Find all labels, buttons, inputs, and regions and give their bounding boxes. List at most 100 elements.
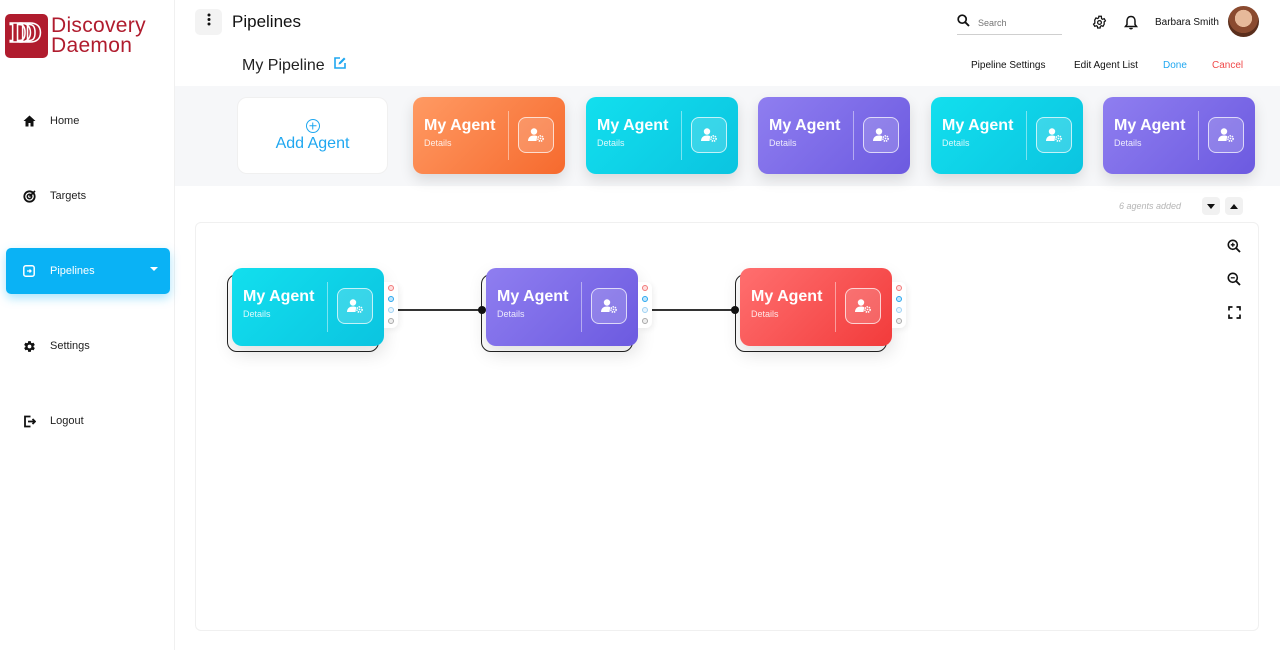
node-card[interactable]: My Agent Details [486,268,638,346]
user-gear-icon[interactable] [1036,117,1072,153]
agent-card[interactable]: My Agent Details [1103,97,1255,174]
node-subtitle: Details [243,309,271,319]
node-toolbar [384,282,398,328]
info-icon[interactable] [642,296,648,302]
divider [835,282,836,332]
pipeline-icon [22,264,36,278]
user-gear-icon[interactable] [1208,117,1244,153]
user-gear-icon[interactable] [591,288,627,324]
gear-icon [22,339,36,353]
collapse-button[interactable] [1202,197,1220,215]
sidebar-item-label: Logout [50,415,84,427]
sidebar-item-home[interactable]: Home [6,98,170,144]
divider [681,111,682,160]
agent-card[interactable]: My Agent Details [758,97,910,174]
edit-icon[interactable] [333,56,347,75]
brand-logo[interactable]: D D Discovery Daemon [5,14,146,58]
node-toolbar [638,282,652,328]
avatar[interactable] [1228,6,1259,37]
user-gear-icon[interactable] [863,117,899,153]
node-subtitle: Details [497,309,525,319]
settings-icon[interactable] [388,318,394,324]
node-subtitle: Details [751,309,779,319]
sidebar-item-logout[interactable]: Logout [6,398,170,444]
user-gear-icon[interactable] [337,288,373,324]
fullscreen-icon[interactable] [1226,304,1242,320]
agent-title: My Agent [942,117,1014,134]
input-port[interactable] [478,306,486,314]
logo-mark: D D [5,14,48,58]
sidebar: D D Discovery Daemon Home Targets Pipeli… [0,0,175,650]
delete-icon[interactable] [388,285,394,291]
info-icon[interactable] [388,296,394,302]
caret-down-icon [1207,203,1215,209]
bell-icon[interactable] [1123,14,1139,30]
pipeline-title: My Pipeline [242,56,325,74]
sidebar-item-settings[interactable]: Settings [6,323,170,369]
home-icon [22,114,36,128]
more-vertical-icon [207,13,211,31]
divider [581,282,582,332]
agent-subtitle: Details [424,138,452,148]
user-name[interactable]: Barbara Smith [1155,17,1219,28]
sidebar-item-pipelines[interactable]: Pipelines [6,248,170,294]
agent-title: My Agent [424,117,496,134]
node-title: My Agent [497,288,569,305]
gear-icon[interactable] [1091,14,1107,30]
divider [1198,111,1199,160]
input-port[interactable] [731,306,739,314]
divider [508,111,509,160]
sidebar-item-label: Home [50,115,80,127]
info-icon[interactable] [896,296,902,302]
agent-subtitle: Details [597,138,625,148]
delete-icon[interactable] [896,285,902,291]
more-menu-button[interactable] [195,9,222,35]
zoom-out-icon[interactable] [1226,271,1242,287]
search-input[interactable] [978,18,1058,28]
agent-subtitle: Details [1114,138,1142,148]
agent-card[interactable]: My Agent Details [586,97,738,174]
node-card[interactable]: My Agent Details [232,268,384,346]
user-gear-icon[interactable] [845,288,881,324]
node-card[interactable]: My Agent Details [740,268,892,346]
pipeline-settings-link[interactable]: Pipeline Settings [971,60,1046,71]
agent-card[interactable]: My Agent Details [931,97,1083,174]
delete-icon[interactable] [642,285,648,291]
pipeline-name: My Pipeline [242,56,347,75]
cancel-button[interactable]: Cancel [1212,60,1243,71]
search-box[interactable] [957,12,1062,35]
node-title: My Agent [751,288,823,305]
add-agent-button[interactable]: Add Agent [237,97,388,174]
divider [327,282,328,332]
search-icon [957,14,970,32]
agent-subtitle: Details [769,138,797,148]
divider [853,111,854,160]
sidebar-item-targets[interactable]: Targets [6,173,170,219]
logout-icon [22,414,36,428]
pipeline-node[interactable]: My Agent Details [735,268,920,358]
agent-card[interactable]: My Agent Details [413,97,565,174]
sidebar-item-label: Settings [50,340,90,352]
caret-up-icon [1230,203,1238,209]
node-toolbar [892,282,906,328]
expand-button[interactable] [1225,197,1243,215]
brand-name: Discovery Daemon [51,14,146,56]
zoom-in-icon[interactable] [1226,238,1242,254]
agent-title: My Agent [769,117,841,134]
user-gear-icon[interactable] [518,117,554,153]
done-button[interactable]: Done [1163,60,1187,71]
sidebar-item-label: Targets [50,190,87,202]
edit-agent-list-link[interactable]: Edit Agent List [1074,60,1138,71]
copy-icon[interactable] [388,307,394,313]
user-gear-icon[interactable] [691,117,727,153]
pipeline-node[interactable]: My Agent Details [481,268,666,358]
copy-icon[interactable] [896,307,902,313]
chevron-down-icon[interactable] [150,267,158,271]
settings-icon[interactable] [642,318,648,324]
sidebar-item-label: Pipelines [50,265,95,277]
brand-line-1: Discovery [51,14,146,37]
copy-icon[interactable] [642,307,648,313]
pipeline-node[interactable]: My Agent Details [227,268,412,358]
target-icon [22,189,36,203]
settings-icon[interactable] [896,318,902,324]
